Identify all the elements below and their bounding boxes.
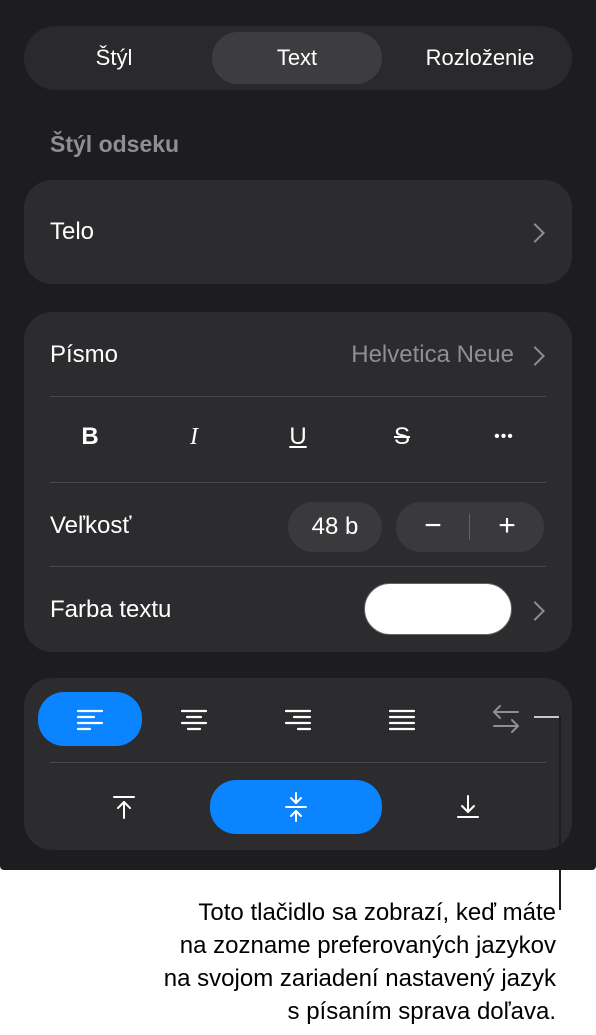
- align-bottom-icon: [457, 795, 479, 818]
- tab-style[interactable]: Štýl: [32, 32, 196, 84]
- align-right-button[interactable]: [246, 692, 350, 746]
- divider: [50, 762, 546, 763]
- text-color-row[interactable]: Farba textu: [24, 567, 572, 652]
- align-top-icon: [113, 796, 135, 819]
- italic-icon[interactable]: I: [164, 412, 224, 462]
- align-middle-icon: [285, 792, 307, 822]
- font-card: Písmo Helvetica Neue B I U S ••• Veľkosť…: [24, 312, 572, 652]
- paragraph-style-row[interactable]: Telo: [24, 180, 572, 284]
- size-label: Veľkosť: [50, 512, 132, 539]
- align-left-button[interactable]: [38, 692, 142, 746]
- divider: [50, 396, 546, 397]
- format-tabs: Štýl Text Rozloženie: [24, 26, 572, 90]
- callout-line-2: na zozname preferovaných jazykov: [179, 932, 556, 959]
- font-label: Písmo: [50, 341, 119, 368]
- align-justify-button[interactable]: [350, 692, 454, 746]
- text-direction-icon: [493, 705, 519, 733]
- format-panel: Štýl Text Rozloženie Štýl odseku Telo Pí…: [0, 0, 596, 870]
- callout-caption: Toto tlačidlo sa zobrazí, keď máte na zo…: [36, 896, 556, 1028]
- tab-layout[interactable]: Rozloženie: [396, 32, 564, 84]
- divider: [50, 482, 546, 483]
- callout-line-horizontal: [534, 716, 560, 718]
- chevron-right-icon: [525, 223, 545, 243]
- size-value-field[interactable]: 48 b: [288, 502, 382, 552]
- callout-line-vertical: [559, 716, 561, 910]
- callout-line-1: Toto tlačidlo sa zobrazí, keď máte: [198, 899, 556, 926]
- align-justify-icon: [388, 709, 416, 731]
- align-center-button[interactable]: [142, 692, 246, 746]
- text-color-swatch[interactable]: [364, 583, 512, 635]
- strikethrough-icon[interactable]: S: [372, 412, 432, 462]
- font-row[interactable]: Písmo Helvetica Neue: [24, 312, 572, 396]
- size-stepper: − +: [396, 502, 544, 552]
- underline-icon[interactable]: U: [268, 412, 328, 462]
- alignment-card: [24, 678, 572, 850]
- bold-icon[interactable]: B: [60, 412, 120, 462]
- paragraph-style-title: Štýl odseku: [50, 131, 180, 157]
- chevron-right-icon: [525, 601, 545, 621]
- tab-text[interactable]: Text: [212, 32, 382, 84]
- align-middle-button[interactable]: [210, 780, 382, 834]
- more-icon[interactable]: •••: [474, 412, 534, 462]
- callout-line-3: na svojom zariadení nastavený jazyk: [163, 965, 556, 992]
- text-color-label: Farba textu: [50, 596, 172, 623]
- paragraph-style-value: Telo: [50, 218, 95, 245]
- align-left-icon: [76, 709, 104, 731]
- increment-button[interactable]: +: [470, 502, 544, 552]
- align-center-icon: [180, 709, 208, 731]
- font-value: Helvetica Neue: [351, 341, 514, 368]
- align-bottom-button[interactable]: [382, 780, 554, 834]
- align-top-button[interactable]: [38, 780, 210, 834]
- chevron-right-icon: [525, 346, 545, 366]
- callout-line-4: s písaním sprava doľava.: [287, 998, 556, 1025]
- decrement-button[interactable]: −: [396, 502, 470, 552]
- text-direction-button[interactable]: [454, 692, 558, 746]
- align-right-icon: [284, 709, 312, 731]
